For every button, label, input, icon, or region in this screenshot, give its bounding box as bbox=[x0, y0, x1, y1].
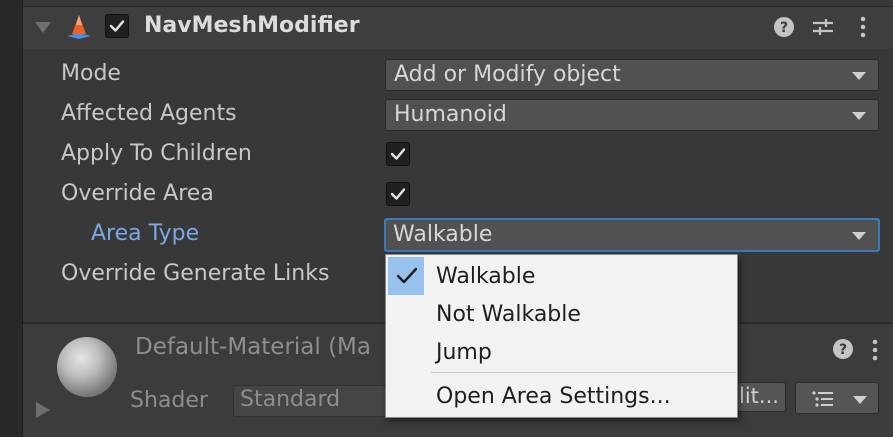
menu-item-not-walkable[interactable]: Not Walkable bbox=[436, 302, 581, 327]
chevron-down-icon bbox=[852, 72, 866, 80]
mode-label: Mode bbox=[61, 61, 121, 86]
area-type-label: Area Type bbox=[91, 221, 200, 246]
svg-text:?: ? bbox=[780, 20, 788, 36]
mode-dropdown[interactable]: Add or Modify object bbox=[385, 59, 879, 91]
component-title: NavMeshModifier bbox=[144, 13, 360, 38]
override-area-checkbox[interactable] bbox=[386, 182, 410, 206]
menu-separator bbox=[431, 372, 736, 373]
apply-to-children-checkbox[interactable] bbox=[386, 142, 410, 166]
menu-item-jump[interactable]: Jump bbox=[436, 340, 492, 365]
list-icon bbox=[812, 391, 833, 407]
menu-item-walkable[interactable]: Walkable bbox=[436, 264, 535, 289]
material-preview-sphere bbox=[57, 337, 117, 397]
chevron-down-icon bbox=[852, 112, 866, 120]
component-enabled-checkbox[interactable] bbox=[105, 14, 129, 38]
area-type-dropdown[interactable]: Walkable bbox=[384, 218, 880, 252]
override-area-label: Override Area bbox=[61, 181, 214, 206]
material-more-vert-icon[interactable] bbox=[870, 338, 880, 362]
edit-shader-label: lit... bbox=[739, 384, 779, 408]
presets-icon[interactable] bbox=[811, 15, 835, 39]
affected-agents-label: Affected Agents bbox=[61, 101, 237, 126]
navmesh-component-icon bbox=[64, 12, 94, 42]
material-help-icon[interactable]: ? bbox=[832, 338, 854, 360]
material-options-button[interactable] bbox=[795, 382, 879, 414]
shader-value: Standard bbox=[240, 387, 341, 412]
affected-agents-dropdown[interactable]: Humanoid bbox=[385, 99, 879, 131]
checkmark-icon bbox=[396, 267, 418, 284]
material-foldout-icon[interactable] bbox=[36, 402, 50, 418]
chevron-down-icon bbox=[853, 396, 867, 404]
shader-label: Shader bbox=[130, 388, 208, 413]
menu-item-open-area-settings[interactable]: Open Area Settings... bbox=[436, 384, 671, 409]
inspector-gutter bbox=[0, 0, 23, 437]
chevron-down-icon bbox=[852, 232, 866, 240]
area-type-popup-menu: Walkable Not Walkable Jump Open Area Set… bbox=[385, 254, 738, 418]
area-type-value: Walkable bbox=[393, 222, 493, 247]
shader-dropdown[interactable]: Standard bbox=[233, 385, 393, 417]
foldout-arrow-icon[interactable] bbox=[35, 22, 51, 33]
override-generate-links-label: Override Generate Links bbox=[61, 261, 330, 286]
more-vert-icon[interactable] bbox=[858, 15, 868, 39]
affected-agents-value: Humanoid bbox=[394, 102, 507, 127]
apply-to-children-label: Apply To Children bbox=[61, 141, 252, 166]
mode-value: Add or Modify object bbox=[394, 62, 621, 87]
help-icon[interactable]: ? bbox=[772, 15, 796, 39]
material-name: Default-Material (Ma bbox=[135, 334, 371, 360]
svg-text:?: ? bbox=[839, 342, 847, 358]
